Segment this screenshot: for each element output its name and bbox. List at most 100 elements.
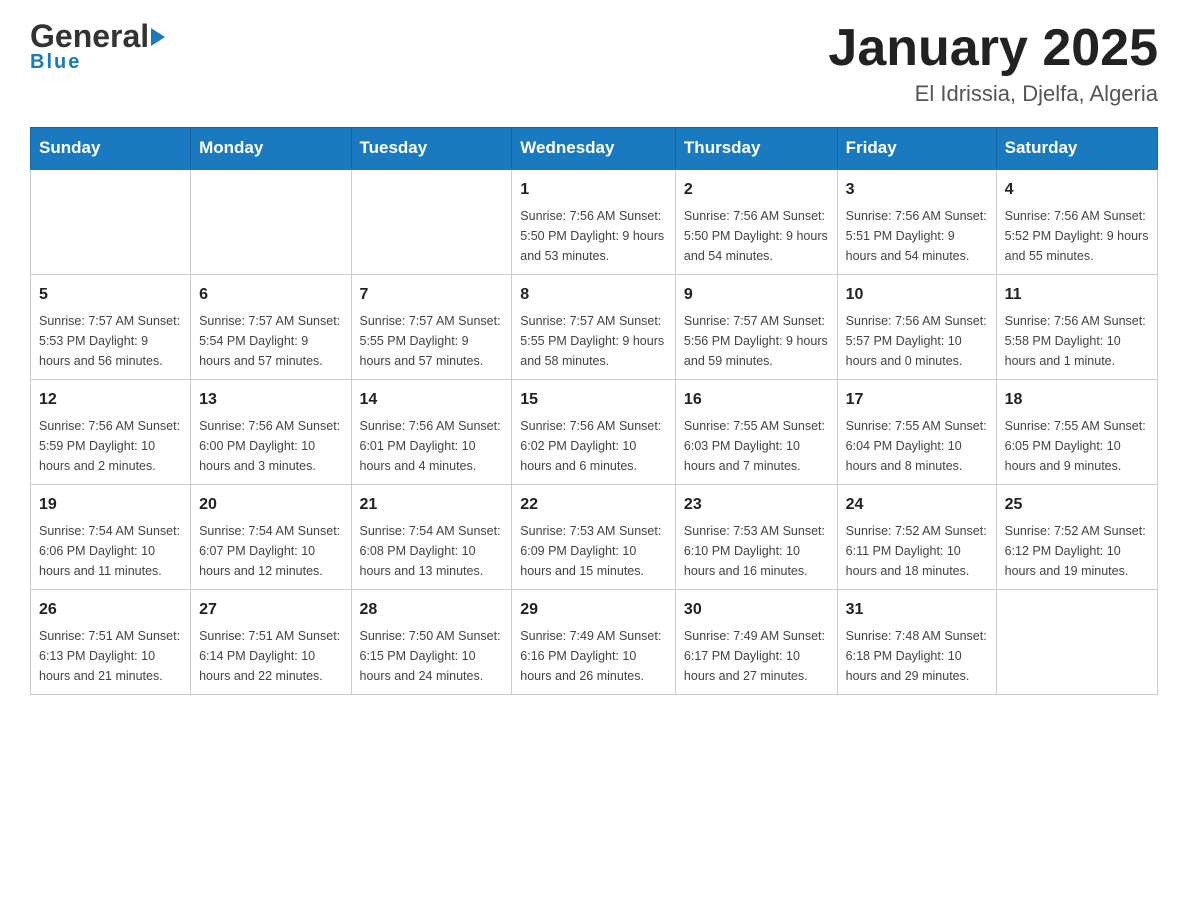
logo-general-text: General [30, 20, 149, 52]
day-info: Sunrise: 7:54 AM Sunset: 6:08 PM Dayligh… [360, 521, 504, 581]
calendar-cell: 28Sunrise: 7:50 AM Sunset: 6:15 PM Dayli… [351, 590, 512, 695]
day-info: Sunrise: 7:55 AM Sunset: 6:03 PM Dayligh… [684, 416, 829, 476]
day-number: 7 [360, 283, 504, 307]
calendar-cell: 27 Sunrise: 7:51 AM Sunset: 6:14 PM Dayli… [191, 590, 351, 695]
calendar-cell: 9 Sunrise: 7:57 AM Sunset: 5:56 PM Daylig… [675, 275, 837, 380]
day-number: 23 [684, 493, 829, 517]
day-info: Sunrise: 7:57 AM Sunset: 5:55 PM Dayligh… [520, 311, 667, 371]
day-info: Sunrise: 7:56 AM Sunset: 5:57 PM Dayligh… [846, 311, 988, 371]
day-info: Sunrise: 7:57 AM Sunset: 5:53 PM Dayligh… [39, 311, 182, 371]
day-number: 24 [846, 493, 988, 517]
calendar-cell: 29 Sunrise: 7:49 AM Sunset: 6:16 PM Dayli… [512, 590, 676, 695]
day-info: Sunrise: 7:52 AM Sunset: 6:12 PM Dayligh… [1005, 521, 1149, 581]
day-info: Sunrise: 7:56 AM Sunset: 5:59 PM Dayligh… [39, 416, 182, 476]
day-number: 15 [520, 388, 667, 412]
calendar-week-5: 26 Sunrise: 7:51 AM Sunset: 6:13 PM Dayli… [31, 590, 1158, 695]
day-info: Sunrise: 7:56 AM Sunset: 5:52 PM Dayligh… [1005, 206, 1149, 266]
day-info: Sunrise: 7:56 AM Sunset: 6:00 PM Dayligh… [199, 416, 342, 476]
day-number: 31 [846, 598, 988, 622]
calendar-week-2: 5Sunrise: 7:57 AM Sunset: 5:53 PM Daylig… [31, 275, 1158, 380]
day-info: Sunrise: 7:49 AM Sunset: 6:16 PM Dayligh… [520, 626, 667, 686]
calendar-cell [31, 169, 191, 275]
day-number: 4 [1005, 178, 1149, 202]
day-header-thursday: Thursday [675, 128, 837, 170]
day-number: 20 [199, 493, 342, 517]
day-info: Sunrise: 7:57 AM Sunset: 5:55 PM Dayligh… [360, 311, 504, 371]
day-number: 29 [520, 598, 667, 622]
calendar-title: January 2025 [828, 20, 1158, 77]
calendar-cell: 4 Sunrise: 7:56 AM Sunset: 5:52 PM Daylig… [996, 169, 1157, 275]
calendar-cell: 30 Sunrise: 7:49 AM Sunset: 6:17 PM Dayli… [675, 590, 837, 695]
day-number: 16 [684, 388, 829, 412]
calendar-cell [191, 169, 351, 275]
day-info: Sunrise: 7:57 AM Sunset: 5:56 PM Dayligh… [684, 311, 829, 371]
calendar-cell: 13Sunrise: 7:56 AM Sunset: 6:00 PM Dayli… [191, 380, 351, 485]
day-number: 27 [199, 598, 342, 622]
day-info: Sunrise: 7:56 AM Sunset: 5:50 PM Dayligh… [684, 206, 829, 266]
day-number: 10 [846, 283, 988, 307]
day-number: 2 [684, 178, 829, 202]
location-subtitle: El Idrissia, Djelfa, Algeria [828, 81, 1158, 107]
day-number: 21 [360, 493, 504, 517]
day-info: Sunrise: 7:49 AM Sunset: 6:17 PM Dayligh… [684, 626, 829, 686]
calendar-cell: 8Sunrise: 7:57 AM Sunset: 5:55 PM Daylig… [512, 275, 676, 380]
days-header-row: SundayMondayTuesdayWednesdayThursdayFrid… [31, 128, 1158, 170]
logo-arrow-icon [151, 28, 165, 46]
day-number: 17 [846, 388, 988, 412]
logo: General Blue [30, 20, 165, 72]
calendar-cell [351, 169, 512, 275]
day-info: Sunrise: 7:48 AM Sunset: 6:18 PM Dayligh… [846, 626, 988, 686]
calendar-table: SundayMondayTuesdayWednesdayThursdayFrid… [30, 127, 1158, 695]
calendar-cell: 16 Sunrise: 7:55 AM Sunset: 6:03 PM Dayli… [675, 380, 837, 485]
calendar-cell: 24Sunrise: 7:52 AM Sunset: 6:11 PM Dayli… [837, 485, 996, 590]
logo-line1: General [30, 20, 165, 52]
day-header-wednesday: Wednesday [512, 128, 676, 170]
calendar-cell: 7 Sunrise: 7:57 AM Sunset: 5:55 PM Daylig… [351, 275, 512, 380]
day-number: 1 [520, 178, 667, 202]
calendar-cell: 23 Sunrise: 7:53 AM Sunset: 6:10 PM Dayli… [675, 485, 837, 590]
calendar-cell: 31 Sunrise: 7:48 AM Sunset: 6:18 PM Dayli… [837, 590, 996, 695]
day-info: Sunrise: 7:54 AM Sunset: 6:06 PM Dayligh… [39, 521, 182, 581]
day-header-friday: Friday [837, 128, 996, 170]
calendar-cell [996, 590, 1157, 695]
day-number: 6 [199, 283, 342, 307]
calendar-cell: 2 Sunrise: 7:56 AM Sunset: 5:50 PM Daylig… [675, 169, 837, 275]
day-number: 28 [360, 598, 504, 622]
logo-blue-text: Blue [30, 52, 165, 72]
day-number: 19 [39, 493, 182, 517]
day-info: Sunrise: 7:54 AM Sunset: 6:07 PM Dayligh… [199, 521, 342, 581]
calendar-cell: 22Sunrise: 7:53 AM Sunset: 6:09 PM Dayli… [512, 485, 676, 590]
calendar-cell: 20 Sunrise: 7:54 AM Sunset: 6:07 PM Dayli… [191, 485, 351, 590]
day-header-tuesday: Tuesday [351, 128, 512, 170]
calendar-body: 1 Sunrise: 7:56 AM Sunset: 5:50 PM Daylig… [31, 169, 1158, 695]
calendar-cell: 5Sunrise: 7:57 AM Sunset: 5:53 PM Daylig… [31, 275, 191, 380]
day-header-monday: Monday [191, 128, 351, 170]
day-info: Sunrise: 7:56 AM Sunset: 6:01 PM Dayligh… [360, 416, 504, 476]
day-info: Sunrise: 7:51 AM Sunset: 6:14 PM Dayligh… [199, 626, 342, 686]
day-number: 9 [684, 283, 829, 307]
day-number: 11 [1005, 283, 1149, 307]
calendar-cell: 17 Sunrise: 7:55 AM Sunset: 6:04 PM Dayli… [837, 380, 996, 485]
calendar-cell: 25Sunrise: 7:52 AM Sunset: 6:12 PM Dayli… [996, 485, 1157, 590]
day-number: 22 [520, 493, 667, 517]
day-info: Sunrise: 7:53 AM Sunset: 6:10 PM Dayligh… [684, 521, 829, 581]
calendar-cell: 1Sunrise: 7:56 AM Sunset: 5:50 PM Daylig… [512, 169, 676, 275]
calendar-cell: 26 Sunrise: 7:51 AM Sunset: 6:13 PM Dayli… [31, 590, 191, 695]
day-number: 14 [360, 388, 504, 412]
day-info: Sunrise: 7:51 AM Sunset: 6:13 PM Dayligh… [39, 626, 182, 686]
day-number: 3 [846, 178, 988, 202]
calendar-cell: 19 Sunrise: 7:54 AM Sunset: 6:06 PM Dayli… [31, 485, 191, 590]
calendar-week-1: 1 Sunrise: 7:56 AM Sunset: 5:50 PM Daylig… [31, 169, 1158, 275]
calendar-cell: 15Sunrise: 7:56 AM Sunset: 6:02 PM Dayli… [512, 380, 676, 485]
title-block: January 2025 El Idrissia, Djelfa, Algeri… [828, 20, 1158, 107]
calendar-cell: 21 Sunrise: 7:54 AM Sunset: 6:08 PM Dayli… [351, 485, 512, 590]
day-number: 30 [684, 598, 829, 622]
day-info: Sunrise: 7:56 AM Sunset: 5:58 PM Dayligh… [1005, 311, 1149, 371]
day-header-saturday: Saturday [996, 128, 1157, 170]
day-info: Sunrise: 7:56 AM Sunset: 5:51 PM Dayligh… [846, 206, 988, 266]
calendar-week-3: 12Sunrise: 7:56 AM Sunset: 5:59 PM Dayli… [31, 380, 1158, 485]
calendar-cell: 18Sunrise: 7:55 AM Sunset: 6:05 PM Dayli… [996, 380, 1157, 485]
day-info: Sunrise: 7:55 AM Sunset: 6:04 PM Dayligh… [846, 416, 988, 476]
day-number: 26 [39, 598, 182, 622]
calendar-week-4: 19 Sunrise: 7:54 AM Sunset: 6:06 PM Dayli… [31, 485, 1158, 590]
